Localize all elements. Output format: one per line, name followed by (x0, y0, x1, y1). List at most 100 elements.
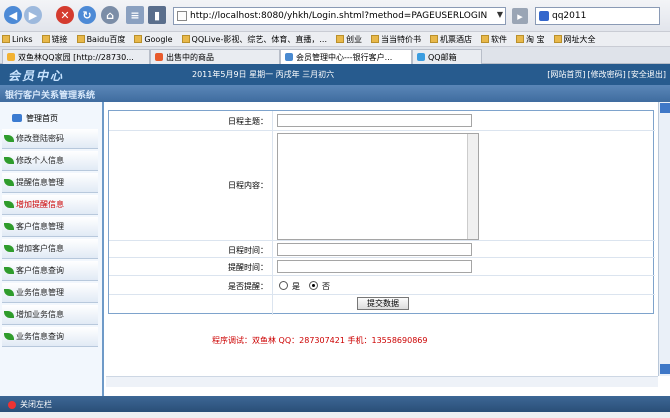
browser-toolbar: ◀ ▶ ✕ ↻ ⌂ ≡ ▮ http://localhost:8080/yhkh… (0, 0, 670, 32)
tab-qq-mail[interactable]: QQ邮箱 (412, 49, 482, 64)
logo: 会员中心 (8, 69, 65, 83)
textarea-scrollbar[interactable] (467, 134, 478, 239)
sidebar-item-add-reminder[interactable]: 增加提醒信息 (2, 195, 98, 215)
bottom-bar: 关闭左栏 (0, 396, 670, 412)
tab-member-center[interactable]: 会员管理中心---银行客户... (280, 49, 412, 64)
link-item[interactable]: 链接 (41, 34, 68, 45)
link-item[interactable]: 淘 宝 (516, 34, 545, 45)
remind-no-radio[interactable] (309, 281, 318, 290)
forward-icon[interactable]: ▶ (24, 6, 42, 24)
mail-icon (417, 53, 425, 61)
leaf-icon (4, 135, 14, 142)
sidebar-home[interactable]: 管理首页 (0, 110, 104, 126)
link-item[interactable]: 软件 (481, 34, 507, 45)
leaf-icon (4, 157, 14, 164)
address-bar[interactable]: http://localhost:8080/yhkh/Login.shtml?m… (173, 7, 506, 25)
chevron-down-icon[interactable]: ▼ (497, 10, 503, 19)
remind-time-label: 提醒时间： (228, 263, 268, 272)
time-label: 日程时间： (228, 246, 268, 255)
form-row-time: 日程时间： (109, 241, 655, 258)
tab-qq-home[interactable]: 双鱼林QQ家园 [http://28730... (2, 49, 150, 64)
leaf-icon (4, 245, 14, 252)
link-item[interactable]: 创业 (336, 34, 362, 45)
time-input[interactable] (277, 243, 472, 256)
scroll-up-icon[interactable] (660, 103, 670, 113)
sidebar-item-change-password[interactable]: 修改登陆密码 (2, 129, 98, 149)
sidebar-item-business-manage[interactable]: 业务信息管理 (2, 283, 98, 303)
leaf-icon (4, 223, 14, 230)
form-row-remind-time: 提醒时间： (109, 258, 655, 276)
leaf-icon (4, 333, 14, 340)
sidebar-item-add-business[interactable]: 增加业务信息 (2, 305, 98, 325)
close-sidebar-button[interactable]: 关闭左栏 (8, 399, 52, 410)
search-engine-icon (539, 11, 549, 21)
home-icon (12, 114, 22, 122)
page-icon (177, 11, 187, 21)
search-value: qq2011 (552, 11, 587, 21)
link-item[interactable]: Google (134, 35, 173, 44)
go-icon[interactable]: ▸ (512, 8, 528, 24)
search-input[interactable]: qq2011 (535, 7, 660, 25)
schedule-form: 日程主题： 日程内容： 日程时间： 提醒时间： 是否提醒： 是 否 提交数据 (108, 110, 655, 315)
page-header: 会员中心 2011年5月9日 星期一 丙戌年 三月初六 [网站首页] [修改密码]… (0, 64, 670, 85)
logout-link[interactable]: [安全退出] (628, 70, 666, 79)
form-row-content: 日程内容： (109, 131, 655, 241)
link-item[interactable]: Baidu百度 (76, 34, 125, 45)
stop-icon[interactable]: ✕ (56, 6, 74, 24)
form-row-subject: 日程主题： (109, 111, 655, 131)
form-row-remind: 是否提醒： 是 否 (109, 276, 655, 295)
scroll-down-icon[interactable] (660, 364, 670, 374)
tab-products[interactable]: 出售中的商品 (150, 49, 280, 64)
link-item[interactable]: 当当特价书 (371, 34, 421, 45)
leaf-icon (4, 201, 14, 208)
horizontal-scrollbar[interactable] (106, 376, 658, 387)
site-home-link[interactable]: [网站首页] (547, 70, 585, 79)
leaf-icon (4, 311, 14, 318)
sidebar-item-reminder-manage[interactable]: 提醒信息管理 (2, 173, 98, 193)
submit-button[interactable]: 提交数据 (357, 297, 409, 310)
back-icon[interactable]: ◀ (4, 6, 22, 24)
remind-time-input[interactable] (277, 260, 472, 273)
star-icon (7, 53, 15, 61)
links-bar: Links 链接 Baidu百度 Google QQLive-影视、综艺、体育、… (0, 32, 670, 47)
sidebar-item-customer-manage[interactable]: 客户信息管理 (2, 217, 98, 237)
refresh-icon[interactable]: ↻ (78, 6, 96, 24)
page-icon (285, 53, 293, 61)
sidebar: 管理首页 修改登陆密码 修改个人信息 提醒信息管理 增加提醒信息 客户信息管理 … (0, 102, 104, 396)
sidebar-item-add-customer[interactable]: 增加客户信息 (2, 239, 98, 259)
remind-no-label: 否 (322, 282, 330, 291)
remind-yes-radio[interactable] (279, 281, 288, 290)
sidebar-item-customer-query[interactable]: 客户信息查询 (2, 261, 98, 281)
subject-label: 日程主题： (228, 117, 268, 126)
change-password-link[interactable]: [修改密码] (588, 70, 626, 79)
tab-bar: 双鱼林QQ家园 [http://28730... 出售中的商品 会员管理中心--… (0, 47, 670, 64)
close-icon (8, 400, 16, 409)
sidebar-item-business-query[interactable]: 业务信息查询 (2, 327, 98, 347)
bookmark-icon[interactable]: ▮ (148, 6, 166, 24)
remind-label: 是否提醒： (228, 282, 268, 291)
home-icon[interactable]: ⌂ (101, 6, 119, 24)
main-content: 日程主题： 日程内容： 日程时间： 提醒时间： 是否提醒： 是 否 提交数据 程… (106, 102, 658, 396)
leaf-icon (4, 179, 14, 186)
header-date: 2011年5月9日 星期一 丙戌年 三月初六 (192, 70, 335, 79)
remind-yes-label: 是 (292, 282, 300, 291)
leaf-icon (4, 267, 14, 274)
leaf-icon (4, 289, 14, 296)
status-bar (0, 412, 670, 418)
link-item[interactable]: 网址大全 (553, 34, 596, 45)
content-textarea[interactable] (277, 133, 479, 240)
vertical-scrollbar[interactable] (658, 102, 670, 376)
sidebar-item-edit-profile[interactable]: 修改个人信息 (2, 151, 98, 171)
header-links: [网站首页] [修改密码] [安全退出] (545, 69, 666, 80)
subject-input[interactable] (277, 114, 472, 127)
content-label: 日程内容： (228, 181, 268, 190)
link-item[interactable]: QQLive-影视、综艺、体育、直播，... (181, 34, 327, 45)
links-folder[interactable]: Links (2, 35, 33, 44)
shop-icon (155, 53, 163, 61)
system-title: 银行客户关系管理系统 (0, 85, 670, 102)
rss-icon[interactable]: ≡ (126, 6, 144, 24)
footer-info: 程序调试：双鱼林 QQ：287307421 手机：13558690869 (212, 336, 428, 345)
url-text: http://localhost:8080/yhkh/Login.shtml?m… (190, 11, 488, 21)
link-item[interactable]: 机票酒店 (430, 34, 472, 45)
browser-window: { "browser": { "url": "http://localhost:… (0, 0, 670, 418)
